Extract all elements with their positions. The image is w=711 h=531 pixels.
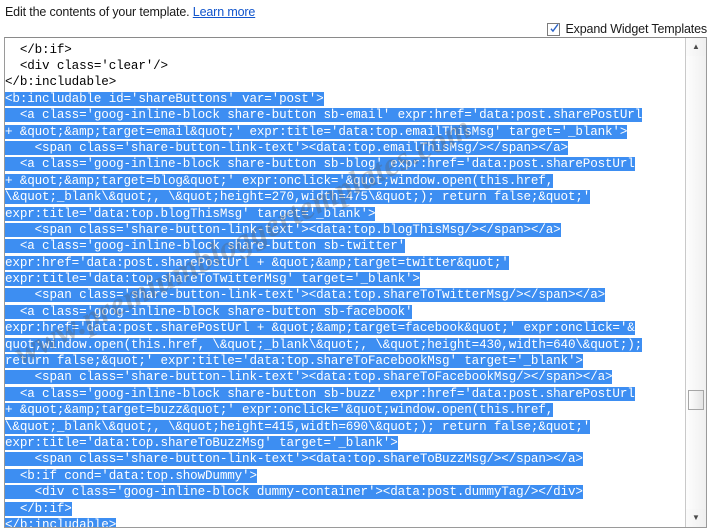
expand-widget-templates-row[interactable]: Expand Widget Templates	[547, 22, 707, 36]
code-line[interactable]: \&quot;_blank\&quot;, \&quot;height=415,…	[5, 419, 686, 435]
page-header: Edit the contents of your template. Lear…	[0, 0, 711, 38]
code-line[interactable]: expr:href='data:post.sharePostUrl + &quo…	[5, 255, 686, 271]
code-text-selected: <a class='goog-inline-block share-button…	[5, 157, 635, 172]
code-text-selected: <span class='share-button-link-text'><da…	[5, 452, 583, 467]
code-line[interactable]: <a class='goog-inline-block share-button…	[5, 304, 686, 320]
code-text-selected: </b:if>	[5, 501, 72, 516]
scrollbar-track[interactable]	[686, 56, 706, 509]
code-line[interactable]: <span class='share-button-link-text'><da…	[5, 222, 686, 238]
code-text-selected: <span class='share-button-link-text'><da…	[5, 288, 606, 303]
code-line[interactable]: + &quot;&amp;target=email&quot;' expr:ti…	[5, 124, 686, 140]
scroll-down-button[interactable]: ▼	[686, 509, 706, 527]
code-text: </b:if>	[5, 42, 72, 57]
code-text-selected: <span class='share-button-link-text'><da…	[5, 222, 561, 237]
code-line[interactable]: expr:title='data:top.shareToBuzzMsg' tar…	[5, 435, 686, 451]
code-line[interactable]: \&quot;_blank\&quot;, \&quot;height=270,…	[5, 189, 686, 205]
code-line[interactable]: <a class='goog-inline-block share-button…	[5, 386, 686, 402]
code-line[interactable]: + &quot;&amp;target=buzz&quot;' expr:onc…	[5, 402, 686, 418]
code-line[interactable]: expr:title='data:top.blogThisMsg' target…	[5, 206, 686, 222]
code-line[interactable]: </b:includable>	[5, 517, 686, 527]
code-line[interactable]: <span class='share-button-link-text'><da…	[5, 369, 686, 385]
code-line[interactable]: <span class='share-button-link-text'><da…	[5, 451, 686, 467]
code-line[interactable]: <b:if cond='data:top.showDummy'>	[5, 468, 686, 484]
chevron-down-icon: ▼	[692, 513, 700, 522]
code-text-selected: expr:title='data:top.blogThisMsg' target…	[5, 206, 376, 221]
code-line[interactable]: quot;window.open(this.href, \&quot;_blan…	[5, 337, 686, 353]
code-line[interactable]: <div class='goog-inline-block dummy-cont…	[5, 484, 686, 500]
code-line[interactable]: <b:includable id='shareButtons' var='pos…	[5, 91, 686, 107]
instruction-text: Edit the contents of your template.	[5, 5, 190, 19]
code-text-selected: <a class='goog-inline-block share-button…	[5, 239, 406, 254]
code-text-selected: <a class='goog-inline-block share-button…	[5, 108, 643, 123]
code-text-selected: <span class='share-button-link-text'><da…	[5, 140, 568, 155]
chevron-up-icon: ▲	[692, 42, 700, 51]
code-text-selected: </b:includable>	[5, 517, 116, 527]
code-text-selected: <span class='share-button-link-text'><da…	[5, 370, 613, 385]
code-text: <div class='clear'/>	[5, 58, 168, 73]
code-text-selected: return false;&quot;' expr:title='data:to…	[5, 354, 583, 369]
code-text-selected: <b:includable id='shareButtons' var='pos…	[5, 91, 324, 106]
code-line[interactable]: <span class='share-button-link-text'><da…	[5, 140, 686, 156]
code-text-selected: + &quot;&amp;target=email&quot;' expr:ti…	[5, 124, 628, 139]
code-text-selected: + &quot;&amp;target=blog&quot;' expr:onc…	[5, 173, 554, 188]
expand-widget-templates-label: Expand Widget Templates	[565, 22, 707, 36]
code-line[interactable]: </b:if>	[5, 42, 686, 58]
code-line[interactable]: expr:href='data:post.sharePostUrl + &quo…	[5, 320, 686, 336]
instruction-row: Edit the contents of your template. Lear…	[5, 5, 255, 19]
code-line[interactable]: <a class='goog-inline-block share-button…	[5, 238, 686, 254]
code-text-selected: \&quot;_blank\&quot;, \&quot;height=270,…	[5, 190, 591, 205]
code-text-selected: expr:title='data:top.shareToBuzzMsg' tar…	[5, 435, 398, 450]
code-text-selected: expr:href='data:post.sharePostUrl + &quo…	[5, 255, 509, 270]
code-text-selected: expr:href='data:post.sharePostUrl + &quo…	[5, 321, 635, 336]
expand-widget-templates-checkbox[interactable]	[547, 22, 561, 36]
code-line[interactable]: <div class='clear'/>	[5, 58, 686, 74]
code-line[interactable]: </b:if>	[5, 501, 686, 517]
code-text-selected: \&quot;_blank\&quot;, \&quot;height=415,…	[5, 419, 591, 434]
code-text-selected: <a class='goog-inline-block share-button…	[5, 304, 413, 319]
code-line[interactable]: + &quot;&amp;target=blog&quot;' expr:onc…	[5, 173, 686, 189]
code-line[interactable]: <a class='goog-inline-block share-button…	[5, 107, 686, 123]
code-text: </b:includable>	[5, 75, 117, 90]
code-text-selected: quot;window.open(this.href, \&quot;_blan…	[5, 337, 643, 352]
check-icon	[550, 23, 560, 32]
code-text-area[interactable]: </b:if> <div class='clear'/> </b:includab…	[5, 42, 686, 527]
code-line[interactable]: </b:includable>	[5, 74, 686, 90]
learn-more-link[interactable]: Learn more	[193, 5, 256, 19]
code-text-selected: <div class='goog-inline-block dummy-cont…	[5, 485, 583, 500]
scrollbar-thumb[interactable]	[688, 390, 704, 410]
code-line[interactable]: return false;&quot;' expr:title='data:to…	[5, 353, 686, 369]
vertical-scrollbar[interactable]: ▲ ▼	[685, 38, 706, 527]
template-code-editor[interactable]: </b:if> <div class='clear'/> </b:includab…	[4, 37, 707, 528]
code-text-selected: + &quot;&amp;target=buzz&quot;' expr:onc…	[5, 403, 554, 418]
code-line[interactable]: expr:title='data:top.shareToTwitterMsg' …	[5, 271, 686, 287]
code-line[interactable]: <span class='share-button-link-text'><da…	[5, 287, 686, 303]
code-viewport[interactable]: </b:if> <div class='clear'/> </b:includab…	[5, 38, 686, 527]
code-text-selected: <b:if cond='data:top.showDummy'>	[5, 468, 257, 483]
scroll-up-button[interactable]: ▲	[686, 38, 706, 56]
code-text-selected: <a class='goog-inline-block share-button…	[5, 386, 635, 401]
code-line[interactable]: <a class='goog-inline-block share-button…	[5, 156, 686, 172]
code-text-selected: expr:title='data:top.shareToTwitterMsg' …	[5, 272, 420, 287]
